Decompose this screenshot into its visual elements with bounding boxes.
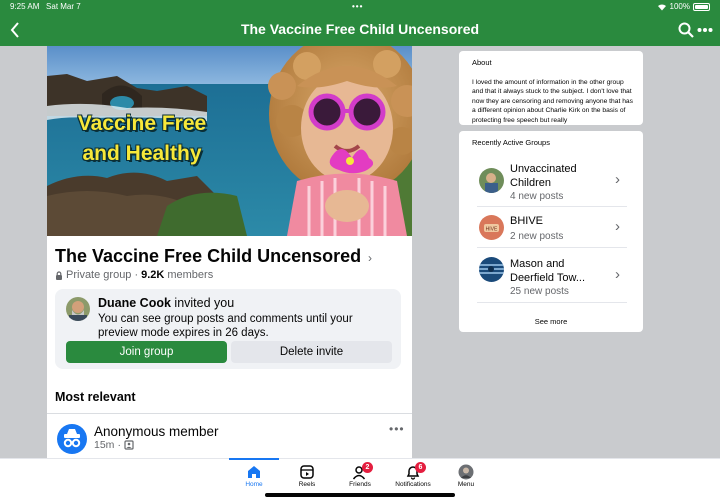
chevron-right-icon: › <box>615 266 620 283</box>
recent-group-item[interactable]: Unvaccinated Children 4 new posts › <box>472 157 632 207</box>
member-count[interactable]: 9.2K <box>141 269 164 281</box>
inviter-name[interactable]: Duane Cook <box>98 296 171 310</box>
profile-avatar-icon <box>458 464 474 480</box>
post-meta-separator: · <box>117 439 121 451</box>
group-name[interactable]: The Vaccine Free Child Uncensored <box>55 246 361 267</box>
feed-sort-title[interactable]: Most relevant <box>55 390 136 404</box>
friends-badge: 2 <box>362 462 373 473</box>
about-heading: About <box>472 58 492 67</box>
cover-photo[interactable]: Vaccine Free and Healthy <box>47 46 412 236</box>
status-time: 9:25 AM Sat Mar 7 <box>10 2 81 11</box>
group-name: Unvaccinated Children <box>510 163 577 189</box>
group-name: Mason and Deerfield Tow... <box>510 258 586 284</box>
group-new-posts: 25 new posts <box>510 286 569 297</box>
tab-label: Notifications <box>395 481 431 488</box>
home-indicator[interactable] <box>265 493 455 497</box>
status-right: 100% <box>657 2 710 11</box>
group-new-posts: 2 new posts <box>510 231 564 242</box>
recent-group-item[interactable]: HIVE BHIVE 2 new posts › <box>472 211 632 251</box>
invite-action: invited you <box>174 296 235 310</box>
recent-group-item[interactable]: Mason and Deerfield Tow... 25 new posts … <box>472 253 632 305</box>
top-app-bar: 9:25 AM Sat Mar 7 ••• 100% The Vaccine F… <box>0 0 720 46</box>
group-name: BHIVE <box>510 215 544 227</box>
divider <box>477 302 627 303</box>
join-group-button[interactable]: Join group <box>66 341 227 363</box>
svg-text:HIVE: HIVE <box>486 227 498 233</box>
recent-groups-panel: Recently Active Groups Unvaccinated Chil… <box>459 131 643 332</box>
avatar[interactable] <box>66 297 90 321</box>
more-icon[interactable] <box>697 21 713 39</box>
divider <box>477 247 627 248</box>
wifi-icon <box>657 3 666 11</box>
group-avatar: HIVE <box>479 215 504 240</box>
tab-label: Menu <box>457 481 475 488</box>
group-privacy: Private group <box>66 269 132 281</box>
members-label: members <box>167 269 214 281</box>
invite-message: You can see group posts and comments unt… <box>98 313 353 339</box>
group-main-panel: Vaccine Free and Healthy The Vaccine Fre… <box>47 46 412 458</box>
post-author[interactable]: Anonymous member <box>94 424 219 439</box>
divider <box>47 413 412 414</box>
meta-separator: · <box>134 269 139 281</box>
chevron-right-icon: › <box>615 218 620 235</box>
status-date: Sat Mar 7 <box>46 2 81 11</box>
group-avatar <box>479 168 504 193</box>
divider <box>477 206 627 207</box>
cover-text-line1: Vaccine Free <box>77 112 207 135</box>
group-audience-icon <box>124 440 134 450</box>
post-time[interactable]: 15m <box>94 439 114 451</box>
group-avatar <box>479 257 504 282</box>
home-icon <box>248 466 260 478</box>
notifications-badge: 6 <box>415 462 426 473</box>
anonymous-avatar-icon[interactable] <box>57 424 87 454</box>
cover-image <box>47 46 412 236</box>
invite-headline: Duane Cook invited you <box>98 296 234 310</box>
invite-card: Duane Cook invited you You can see group… <box>55 289 401 369</box>
about-panel: About I loved the amount of information … <box>459 51 643 125</box>
see-more-link[interactable]: See more <box>459 317 643 326</box>
recent-groups-heading: Recently Active Groups <box>472 138 550 147</box>
reels-icon <box>300 465 314 479</box>
battery-icon <box>693 2 710 11</box>
tab-label: Friends <box>349 481 371 488</box>
tab-label: Reels <box>298 481 316 488</box>
tab-label: Home <box>245 481 263 488</box>
post-meta: 15m · <box>94 439 134 451</box>
post-more-icon[interactable]: ••• <box>389 422 405 436</box>
chevron-left-icon[interactable] <box>8 20 24 40</box>
search-icon[interactable] <box>678 21 694 39</box>
delete-invite-button[interactable]: Delete invite <box>231 341 392 363</box>
page-title: The Vaccine Free Child Uncensored <box>240 21 480 37</box>
cover-text-line2: and Healthy <box>82 142 202 165</box>
group-meta: Private group · 9.2K members <box>55 269 213 281</box>
multitasking-dots[interactable]: ••• <box>352 2 363 11</box>
chevron-right-icon: › <box>615 171 620 188</box>
chevron-right-icon[interactable]: › <box>368 251 372 265</box>
battery-percent: 100% <box>669 2 690 11</box>
about-text: I loved the amount of information in the… <box>472 79 633 124</box>
group-new-posts: 4 new posts <box>510 191 564 202</box>
lock-icon <box>56 270 62 280</box>
